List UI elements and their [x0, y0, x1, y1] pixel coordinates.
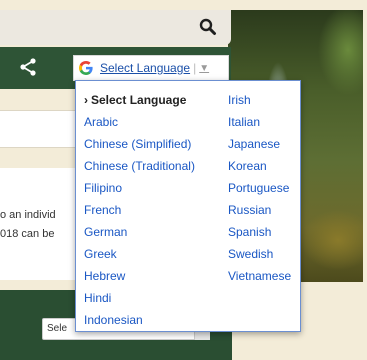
language-option[interactable]: Irish	[228, 89, 291, 111]
language-column-right: Irish Italian Japanese Korean Portuguese…	[228, 89, 291, 287]
language-option[interactable]: Russian	[228, 199, 291, 221]
body-text: o an individ 018 can be	[0, 206, 56, 244]
body-line: 018 can be	[0, 228, 55, 240]
language-option[interactable]: Portuguese	[228, 177, 291, 199]
share-icon[interactable]	[18, 57, 38, 77]
language-option[interactable]: French	[84, 199, 195, 221]
language-option[interactable]: German	[84, 221, 195, 243]
chevron-down-icon[interactable]: ▼	[199, 63, 209, 74]
select-language-link[interactable]: Select Language	[100, 61, 190, 75]
language-option[interactable]: Indonesian	[84, 309, 195, 331]
language-option[interactable]: Greek	[84, 243, 195, 265]
google-g-icon	[79, 61, 93, 75]
language-option[interactable]: Japanese	[228, 133, 291, 155]
site-header	[0, 10, 231, 45]
language-column-left: › Select Language Arabic Chinese (Simplif…	[84, 89, 195, 331]
language-option[interactable]: Korean	[228, 155, 291, 177]
selected-language-label: Select Language	[91, 93, 187, 107]
body-line: o an individ	[0, 209, 56, 221]
language-option[interactable]: Arabic	[84, 111, 195, 133]
search-icon[interactable]	[199, 18, 217, 36]
language-option[interactable]: Swedish	[228, 243, 291, 265]
google-translate-widget[interactable]: Select Language | ▼	[73, 55, 229, 81]
language-option[interactable]: Chinese (Simplified)	[84, 133, 195, 155]
separator: |	[193, 61, 197, 75]
language-option-selected[interactable]: › Select Language	[84, 89, 195, 111]
language-option[interactable]: Vietnamese	[228, 265, 291, 287]
language-option[interactable]: Italian	[228, 111, 291, 133]
language-option[interactable]: Spanish	[228, 221, 291, 243]
chevron-right-icon: ›	[84, 93, 88, 107]
language-option[interactable]: Hebrew	[84, 265, 195, 287]
language-dropdown-menu: › Select Language Arabic Chinese (Simplif…	[75, 80, 301, 332]
language-option[interactable]: Filipino	[84, 177, 195, 199]
language-option[interactable]: Chinese (Traditional)	[84, 155, 195, 177]
language-option[interactable]: Hindi	[84, 287, 195, 309]
page-frame	[0, 0, 367, 10]
